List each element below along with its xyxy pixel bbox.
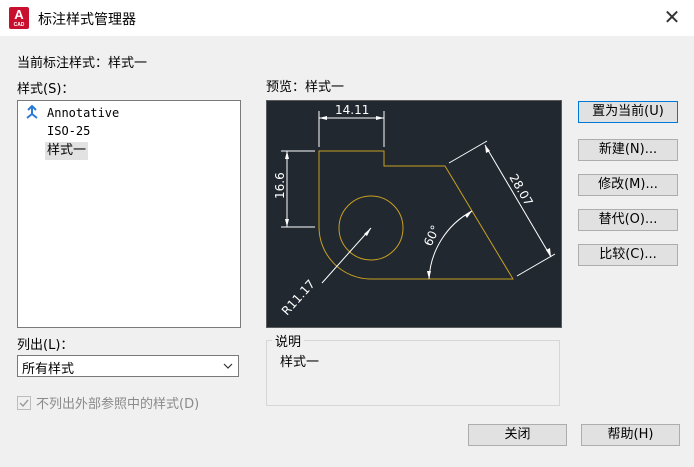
list-filter-label: 列出(L)： [17, 338, 74, 353]
modify-button[interactable]: 修改(M)... [578, 174, 678, 196]
preview-canvas: 14.11 16.6 28.07 60° R11.17 [266, 100, 562, 328]
preview-label: 预览：样式一 [266, 80, 345, 95]
part-outline [318, 150, 514, 280]
chevron-down-icon [223, 363, 233, 369]
dim-top-text: 14.11 [335, 103, 369, 117]
list-item-annotative[interactable]: Annotative [47, 104, 119, 122]
app-icon: A CAD [9, 7, 29, 29]
dim-radius-text: R11.17 [279, 277, 318, 318]
list-item-iso-25[interactable]: ISO-25 [47, 122, 90, 140]
description-group [266, 340, 560, 406]
set-current-button[interactable]: 置为当前(U) [578, 101, 678, 123]
list-filter-select[interactable]: 所有样式 [17, 355, 239, 377]
xref-checkbox-label: 不列出外部参照中的样式(D) [36, 397, 200, 412]
checkmark-icon [19, 399, 29, 408]
description-legend: 说明 [272, 331, 305, 350]
styles-label: 样式(S)： [17, 82, 75, 97]
app-icon-sub: CAD [13, 22, 25, 28]
annotative-icon [26, 105, 38, 119]
current-style-label: 当前标注样式：样式一 [17, 56, 148, 71]
description-text: 样式一 [280, 355, 320, 370]
dim-diagonal-text: 28.07 [506, 172, 535, 209]
close-button[interactable]: 关闭 [468, 424, 567, 446]
dim-left-text: 16.6 [273, 172, 287, 199]
xref-checkbox[interactable]: 不列出外部参照中的样式(D) [17, 393, 199, 412]
list-item-style-one[interactable]: 样式一 [45, 142, 89, 160]
checkbox-box[interactable] [17, 396, 31, 410]
help-button[interactable]: 帮助(H) [581, 424, 680, 446]
style-list[interactable]: Annotative ISO-25 样式一 [17, 100, 241, 328]
override-button[interactable]: 替代(O)... [578, 209, 678, 231]
window-title: 标注样式管理器 [38, 12, 136, 28]
app-icon-letter: A [14, 7, 24, 22]
compare-button[interactable]: 比较(C)... [578, 244, 678, 266]
dim-angle-text: 60° [421, 223, 443, 248]
close-icon[interactable]: ✕ [660, 6, 684, 30]
list-filter-value: 所有样式 [22, 362, 75, 377]
preview-drawing: 14.11 16.6 28.07 60° R11.17 [273, 103, 556, 318]
new-button[interactable]: 新建(N)... [578, 139, 678, 161]
